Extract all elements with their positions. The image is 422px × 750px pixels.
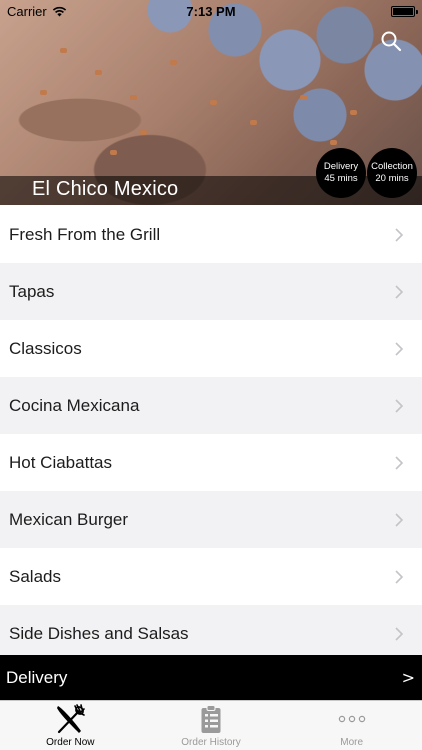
- collection-time-badge: Collection 20 mins: [367, 148, 417, 198]
- delivery-mode-label: Delivery: [6, 667, 68, 687]
- fork-knife-icon: [57, 704, 86, 734]
- menu-item-hot-ciabattas[interactable]: Hot Ciabattas: [0, 434, 422, 491]
- delivery-arrow-icon: >: [401, 668, 415, 687]
- chevron-right-icon: [395, 284, 404, 299]
- tab-bar: Order Now Order History More: [0, 700, 422, 750]
- menu-item-label: Salads: [9, 566, 61, 586]
- chevron-right-icon: [395, 626, 404, 641]
- more-dots-icon: [338, 715, 365, 723]
- tab-order-now[interactable]: Order Now: [0, 701, 141, 750]
- collection-badge-time: 20 mins: [375, 173, 409, 184]
- menu-item-fresh-from-the-grill[interactable]: Fresh From the Grill: [0, 206, 422, 263]
- restaurant-name: El Chico Mexico: [32, 178, 179, 200]
- tab-label: Order Now: [46, 737, 95, 748]
- search-icon[interactable]: [380, 30, 402, 52]
- menu-item-label: Mexican Burger: [9, 509, 129, 529]
- delivery-time-badge: Delivery 45 mins: [316, 148, 366, 198]
- tab-label: More: [340, 737, 364, 748]
- chevron-right-icon: [395, 398, 404, 413]
- menu-item-label: Side Dishes and Salsas: [9, 623, 189, 643]
- status-bar: Carrier 7:13 PM: [0, 0, 422, 22]
- carrier-label: Carrier: [7, 3, 47, 19]
- wifi-icon: [52, 6, 66, 16]
- chevron-right-icon: [395, 227, 404, 242]
- menu-item-label: Classicos: [9, 338, 82, 358]
- menu-item-tapas[interactable]: Tapas: [0, 263, 422, 320]
- delivery-mode-bar[interactable]: Delivery >: [0, 655, 422, 700]
- chevron-right-icon: [395, 569, 404, 584]
- delivery-badge-label: Delivery: [323, 161, 359, 172]
- chevron-right-icon: [395, 341, 404, 356]
- tab-label: Order History: [181, 737, 241, 748]
- battery-icon: [391, 5, 418, 17]
- menu-item-label: Cocina Mexicana: [9, 395, 140, 415]
- menu-category-list: Fresh From the Grill Tapas Classicos Coc…: [0, 206, 422, 662]
- delivery-badge-time: 45 mins: [324, 173, 358, 184]
- menu-item-classicos[interactable]: Classicos: [0, 320, 422, 377]
- menu-item-cocina-mexicana[interactable]: Cocina Mexicana: [0, 377, 422, 434]
- tab-order-history[interactable]: Order History: [141, 701, 282, 750]
- tab-more[interactable]: More: [281, 701, 422, 750]
- menu-item-label: Hot Ciabattas: [9, 452, 112, 472]
- menu-item-side-dishes-and-salsas[interactable]: Side Dishes and Salsas: [0, 605, 422, 662]
- collection-badge-label: Collection: [371, 161, 413, 172]
- menu-item-label: Tapas: [9, 281, 55, 301]
- menu-item-mexican-burger[interactable]: Mexican Burger: [0, 491, 422, 548]
- clipboard-icon: [201, 705, 221, 733]
- menu-item-salads[interactable]: Salads: [0, 548, 422, 605]
- chevron-right-icon: [395, 455, 404, 470]
- chevron-right-icon: [395, 512, 404, 527]
- menu-item-label: Fresh From the Grill: [9, 224, 161, 244]
